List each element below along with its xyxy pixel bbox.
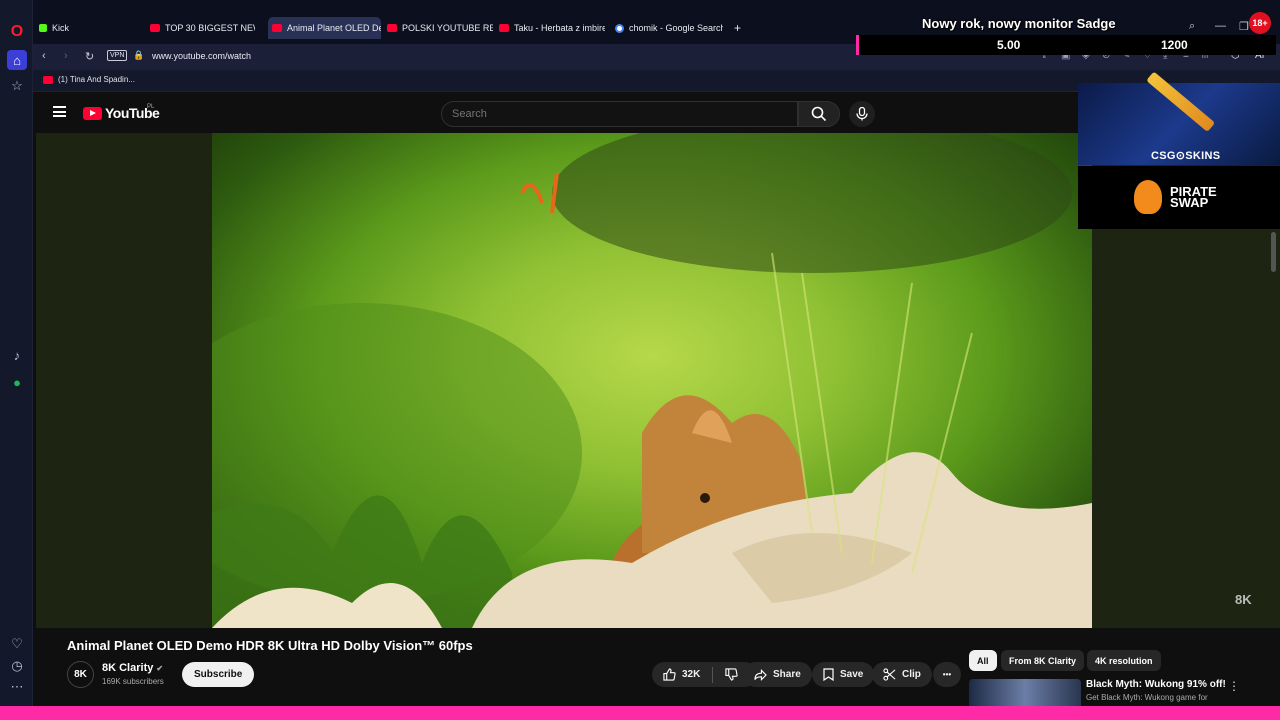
like-button[interactable]: 32K	[663, 668, 700, 681]
search-button[interactable]	[798, 101, 840, 127]
bookmark-icon	[823, 668, 834, 681]
overlay-value-right: 1200	[1161, 38, 1188, 52]
home-icon[interactable]: ⌂	[7, 50, 27, 70]
subscribe-button[interactable]: Subscribe	[182, 662, 255, 687]
page-scrollbar[interactable]	[1271, 232, 1276, 272]
recommendation-thumbnail[interactable]	[969, 679, 1081, 709]
subscriber-count: 169K subscribers	[102, 677, 164, 686]
opera-logo-icon[interactable]: O	[7, 22, 27, 42]
more-icon[interactable]: ⋯	[7, 677, 27, 697]
tiktok-icon[interactable]: ♪	[7, 345, 27, 365]
spotify-icon[interactable]: ●	[7, 372, 27, 392]
voice-search-button[interactable]	[849, 101, 875, 127]
channel-name[interactable]: 8K Clarity ✔	[102, 662, 163, 674]
history-icon[interactable]: ◷	[7, 656, 27, 676]
save-button[interactable]: Save	[812, 662, 875, 687]
minimize-icon[interactable]: —	[1215, 20, 1226, 32]
chip-all[interactable]: All	[969, 650, 997, 671]
menu-icon[interactable]	[53, 106, 66, 117]
vpn-badge[interactable]: VPN	[107, 50, 128, 61]
video-frame[interactable]	[212, 133, 1092, 628]
tab-taku[interactable]: Taku - Herbata z imbirem	[495, 17, 605, 39]
video-title: Animal Planet OLED Demo HDR 8K Ultra HD …	[67, 638, 473, 653]
youtube-favicon-icon	[150, 24, 160, 32]
microphone-icon	[856, 107, 868, 121]
star-icon[interactable]: ☆	[7, 76, 27, 96]
heart-icon[interactable]: ♡	[7, 634, 27, 654]
opera-sidebar: O ⌂ ☆ ♪ ● ♡ ◷ ⋯	[0, 0, 33, 720]
more-actions-button[interactable]: •••	[933, 662, 961, 687]
channel-avatar[interactable]: 8K	[67, 661, 94, 688]
pirate-swap-ad: PIRATE SWAP	[1078, 166, 1280, 229]
tab-animal-planet[interactable]: Animal Planet OLED Demo	[268, 17, 381, 39]
overlay-value-left: 5.00	[997, 38, 1021, 52]
clip-button[interactable]: Clip	[872, 662, 932, 687]
verified-icon: ✔	[156, 664, 164, 673]
csgo-skins-logo: CSG⊙SKINS	[1151, 150, 1221, 162]
share-icon	[754, 668, 767, 681]
video-watermark: 8K	[1235, 592, 1252, 607]
search-tabs-icon[interactable]: ⌕	[1189, 20, 1195, 33]
kick-icon	[39, 24, 47, 32]
youtube-favicon-icon	[387, 24, 397, 32]
share-button[interactable]: Share	[743, 662, 812, 687]
pirate-mascot-icon	[1134, 180, 1162, 214]
video-info: Animal Planet OLED Demo HDR 8K Ultra HD …	[36, 628, 1280, 709]
bookmark-item[interactable]: (1) Tina And Spadin...	[43, 75, 135, 84]
overlay-accent	[856, 35, 859, 55]
stream-overlay-bar	[856, 35, 1276, 55]
recommendation-subtitle: Get Black Myth: Wukong game for	[1086, 693, 1208, 702]
chip-from-channel[interactable]: From 8K Clarity	[1001, 650, 1085, 671]
tab-top30[interactable]: TOP 30 BIGGEST NEW Gam	[146, 17, 255, 39]
reload-icon[interactable]: ↻	[85, 50, 94, 63]
tab-polski-rewind[interactable]: POLSKI YOUTUBE REWIND	[383, 17, 493, 39]
scissors-icon	[883, 668, 896, 681]
youtube-favicon-icon	[43, 75, 53, 84]
age-badge: 18+	[1249, 12, 1271, 34]
tab-google-chomik[interactable]: chomik - Google Search	[611, 17, 723, 39]
youtube-play-icon	[83, 106, 102, 120]
like-dislike-group: 32K	[652, 662, 757, 687]
forward-icon[interactable]: ›	[64, 50, 68, 62]
lock-icon: 🔒	[133, 50, 145, 60]
youtube-favicon-icon	[499, 24, 509, 32]
search-input[interactable]	[441, 101, 798, 127]
recommendation-title[interactable]: Black Myth: Wukong 91% off!	[1086, 679, 1226, 690]
youtube-favicon-icon	[272, 24, 282, 32]
country-code: PL	[147, 104, 155, 110]
new-tab-button[interactable]: +	[730, 17, 744, 39]
back-icon[interactable]: ‹	[42, 50, 46, 62]
stream-bottom-bar	[0, 706, 1280, 720]
restore-icon[interactable]: ❐	[1239, 20, 1249, 33]
lion-cub-scene	[212, 133, 1092, 628]
thumbs-up-icon	[663, 668, 676, 681]
url-field[interactable]: www.youtube.com/watch	[152, 51, 251, 61]
recommendation-menu-icon[interactable]: ⋮	[1228, 679, 1240, 693]
pirate-swap-logo: PIRATE SWAP	[1170, 184, 1217, 210]
stream-overlay-title: Nowy rok, nowy monitor Sadge	[922, 16, 1116, 31]
thumbs-down-icon[interactable]	[725, 668, 738, 681]
search-icon	[811, 106, 827, 122]
google-favicon-icon	[615, 23, 624, 33]
tab-kick[interactable]: Kick	[35, 17, 143, 39]
chip-4k-resolution[interactable]: 4K resolution	[1087, 650, 1161, 671]
